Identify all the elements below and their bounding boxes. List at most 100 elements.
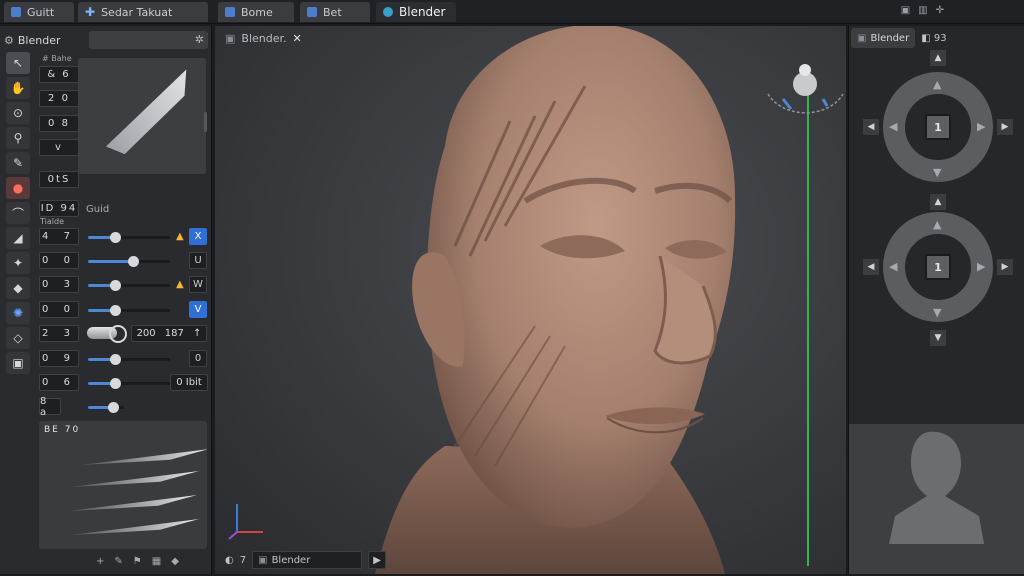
bust-thumbnail[interactable] (849, 424, 1024, 574)
play-button[interactable]: ▶ (368, 551, 387, 569)
clay-tool-icon[interactable]: ◆ (6, 277, 30, 299)
mask-tool-icon[interactable]: ◇ (6, 327, 30, 349)
bust-silhouette (889, 431, 984, 544)
tab-secondary[interactable]: ◧ 93 (921, 33, 946, 44)
arrow-up-button[interactable]: ▲ (930, 194, 946, 210)
close-icon[interactable]: ✕ (293, 32, 302, 45)
pressure-knob[interactable] (87, 325, 127, 343)
view-panel: ▣ Blender ◧ 93 ▲ ▲ ▼ ◀ ▶ ◀ ▶ 1 ▲ ▲ ▼ ◀ ▶… (848, 26, 1024, 574)
claw-stroke (69, 519, 199, 536)
arrow-left-button[interactable]: ◀ (863, 119, 879, 135)
box-hide-tool-icon[interactable]: ▣ (6, 352, 30, 374)
claw-stroke (79, 449, 207, 466)
slider[interactable] (88, 402, 124, 413)
value-field[interactable]: 0 0 (39, 301, 79, 318)
brush-preview[interactable] (78, 58, 206, 174)
toggle-button[interactable]: X (189, 228, 207, 245)
value-field[interactable]: 0 0 (39, 252, 79, 269)
grid-icon[interactable]: ▦ (152, 556, 161, 567)
scrollbar[interactable] (204, 112, 207, 132)
setting-row: 0 0 U (39, 252, 209, 270)
tab-bet[interactable]: Bet (300, 2, 370, 22)
sculpted-head (375, 26, 736, 574)
mini-field[interactable]: 2 0 (39, 90, 79, 107)
draw-tool-icon[interactable]: ● (6, 177, 30, 199)
document-icon (225, 7, 235, 17)
range-field[interactable]: 200 187 ↑ (131, 325, 207, 342)
slider[interactable] (88, 232, 170, 243)
arrow-left-button[interactable]: ◀ (863, 259, 879, 275)
arrow-up-button[interactable]: ▲ (930, 50, 946, 66)
tab-guitt[interactable]: Guitt (4, 2, 74, 22)
value-field[interactable]: 4 7 (39, 228, 79, 245)
toggle-button[interactable]: V (189, 301, 207, 318)
panel-search-field[interactable]: ✲ (88, 31, 208, 49)
save-icon[interactable]: ▣ (901, 5, 910, 16)
tool-panel: ⚙ Blender ✲ ↖ ✋ ⊙ ⚲ ✎ ● ⌒ ◢ ✦ ◆ ✺ ◇ ▣ # … (0, 26, 212, 574)
alpha-texture-preview[interactable]: BE 70 (39, 421, 207, 549)
add-icon[interactable]: + (96, 556, 104, 567)
smooth-tool-icon[interactable]: ⌒ (6, 202, 30, 224)
slider[interactable] (88, 256, 170, 267)
tab-blender-view[interactable]: ▣ Blender (851, 28, 916, 48)
warning-icon: ▲ (176, 231, 184, 242)
frame-number: 7 (239, 554, 247, 566)
value-field[interactable]: 0 9 (39, 350, 79, 367)
tab-sedar-takuat[interactable]: ✚ Sedar Takuat (78, 2, 208, 22)
toggle-button[interactable]: W (189, 276, 207, 293)
tab-label: Guitt (27, 5, 55, 19)
edit-icon[interactable]: ✎ (114, 556, 122, 567)
diamond-icon[interactable]: ◆ (171, 556, 179, 567)
mini-field[interactable]: 0 8 (39, 115, 79, 132)
dial-center-button[interactable]: 1 (925, 254, 951, 280)
document-icon (11, 7, 21, 17)
flag-icon[interactable]: ⚑ (133, 556, 142, 567)
mini-field[interactable]: & 6 (39, 66, 79, 83)
arrow-right-button[interactable]: ▶ (997, 119, 1013, 135)
range-min: 200 (136, 328, 156, 339)
tab-blender[interactable]: Blender (376, 2, 456, 22)
mini-field[interactable]: v (39, 139, 79, 156)
magnify-tool-icon[interactable]: ⚲ (6, 127, 30, 149)
toggle-button[interactable]: U (189, 252, 207, 269)
tool-column: ↖ ✋ ⊙ ⚲ ✎ ● ⌒ ◢ ✦ ◆ ✺ ◇ ▣ (6, 52, 34, 377)
brush-id-field[interactable]: ID 94 (39, 200, 79, 217)
arrow-right-button[interactable]: ▶ (997, 259, 1013, 275)
brush-sublabel: # Bahe (42, 54, 72, 63)
3d-viewport[interactable]: ▣ Blender. ✕ ◐ 7 ▣ Blender ▶ (215, 26, 846, 574)
mode-field[interactable]: 0 Ibit (170, 374, 208, 391)
value-field[interactable]: 0 3 (39, 276, 79, 293)
scene-label: Blender (271, 554, 311, 566)
inflate-tool-icon[interactable]: ⊙ (6, 102, 30, 124)
sparkle-icon[interactable]: ✲ (195, 33, 204, 46)
axes-icon (228, 504, 263, 540)
mini-field[interactable]: 0tS (39, 171, 79, 188)
slider[interactable] (88, 280, 170, 291)
pan-dial[interactable]: ▲ ▲ ▼ ◀ ▶ ◀ ▶ ▼ 1 (863, 194, 1013, 346)
grab-tool-icon[interactable]: ✋ (6, 77, 30, 99)
pinch-tool-icon[interactable]: ✺ (6, 302, 30, 324)
slider[interactable] (88, 305, 170, 316)
arrow-down-button[interactable]: ▼ (930, 330, 946, 346)
tab-bome[interactable]: Bome (218, 2, 294, 22)
slider[interactable] (88, 354, 170, 365)
value-field[interactable]: 0 6 (39, 374, 79, 391)
scene-icon: ▣ (258, 554, 268, 566)
dial-center-button[interactable]: 1 (925, 114, 951, 140)
toggle-button[interactable]: 0 (189, 350, 207, 367)
settings-icon[interactable]: ⚙ (4, 34, 14, 47)
scrape-tool-icon[interactable]: ◢ (6, 227, 30, 249)
rotation-dial[interactable]: ▲ ▲ ▼ ◀ ▶ ◀ ▶ 1 (863, 50, 1013, 192)
slider[interactable] (88, 378, 170, 389)
value-field[interactable]: 2 3 (39, 325, 79, 342)
add-icon[interactable]: ✛ (936, 5, 944, 16)
layout-icon[interactable]: ▥ (918, 5, 927, 16)
cube-icon: ▣ (225, 32, 236, 45)
snake-hook-tool-icon[interactable]: ✦ (6, 252, 30, 274)
select-tool-icon[interactable]: ↖ (6, 52, 30, 74)
scene-field[interactable]: ▣ Blender (252, 551, 363, 569)
globe-icon[interactable]: ◐ (225, 555, 234, 566)
navigation-gizmo[interactable] (763, 54, 846, 124)
crease-tool-icon[interactable]: ✎ (6, 152, 30, 174)
value-field[interactable]: 8 a (39, 396, 61, 418)
